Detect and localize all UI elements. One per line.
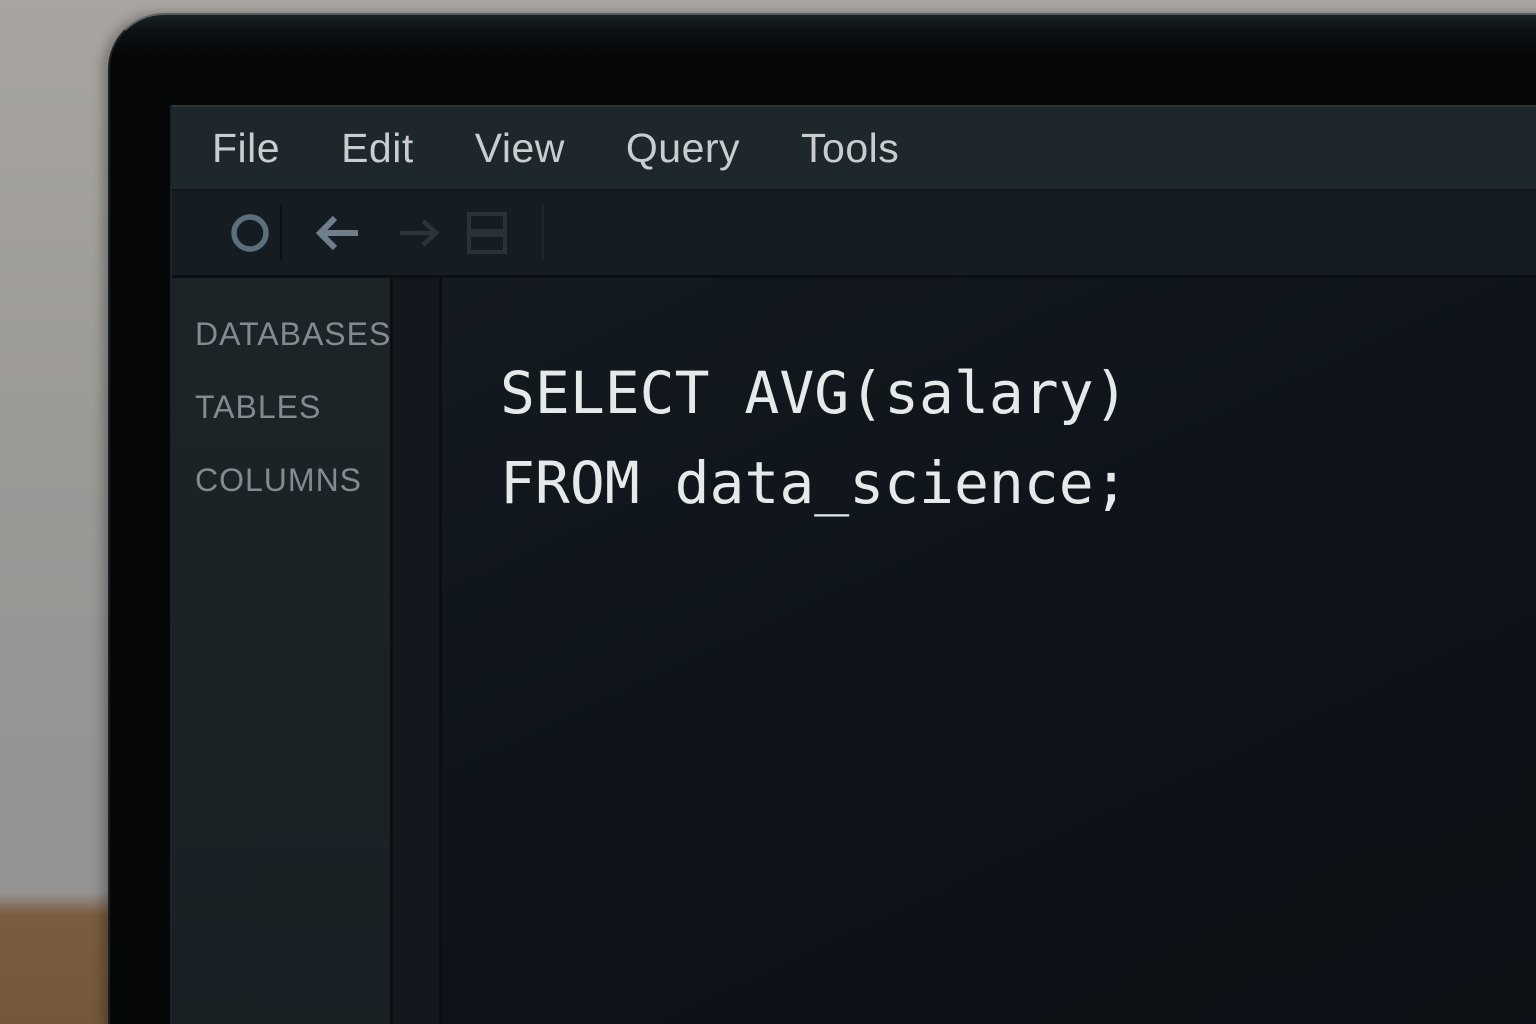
sidebar: DATABASES TABLES COLUMNS bbox=[172, 278, 390, 1024]
toolbar-divider bbox=[542, 205, 544, 261]
sidebar-item-tables[interactable]: TABLES bbox=[172, 371, 390, 444]
toolbar bbox=[172, 191, 1536, 278]
main-content: DATABASES TABLES COLUMNS SELECT AVG(sala… bbox=[172, 278, 1536, 1024]
query-editor[interactable]: SELECT AVG(salary) FROM data_science; bbox=[442, 278, 1536, 1024]
forward-arrow-icon[interactable] bbox=[398, 213, 442, 253]
connection-circle-icon[interactable] bbox=[228, 211, 272, 255]
sidebar-item-columns[interactable]: COLUMNS bbox=[172, 444, 390, 517]
menu-edit[interactable]: Edit bbox=[341, 125, 414, 172]
menu-view[interactable]: View bbox=[475, 125, 565, 172]
monitor-bezel: File Edit View Query Tools bbox=[108, 13, 1536, 1024]
sidebar-item-databases[interactable]: DATABASES bbox=[172, 298, 390, 371]
save-icon[interactable] bbox=[465, 210, 509, 256]
wooden-desk bbox=[0, 893, 118, 1024]
panel-gutter bbox=[393, 278, 439, 1024]
toolbar-divider bbox=[280, 205, 282, 261]
back-arrow-icon[interactable] bbox=[313, 211, 361, 255]
menu-tools[interactable]: Tools bbox=[801, 125, 899, 172]
menu-query[interactable]: Query bbox=[626, 125, 740, 172]
code-line: FROM data_science; bbox=[500, 438, 1536, 528]
sql-client-window: File Edit View Query Tools bbox=[170, 105, 1536, 1024]
code-line: SELECT AVG(salary) bbox=[500, 348, 1536, 438]
menu-bar: File Edit View Query Tools bbox=[172, 105, 1536, 191]
menu-file[interactable]: File bbox=[212, 125, 280, 172]
desk-scene: File Edit View Query Tools bbox=[0, 0, 1536, 1024]
